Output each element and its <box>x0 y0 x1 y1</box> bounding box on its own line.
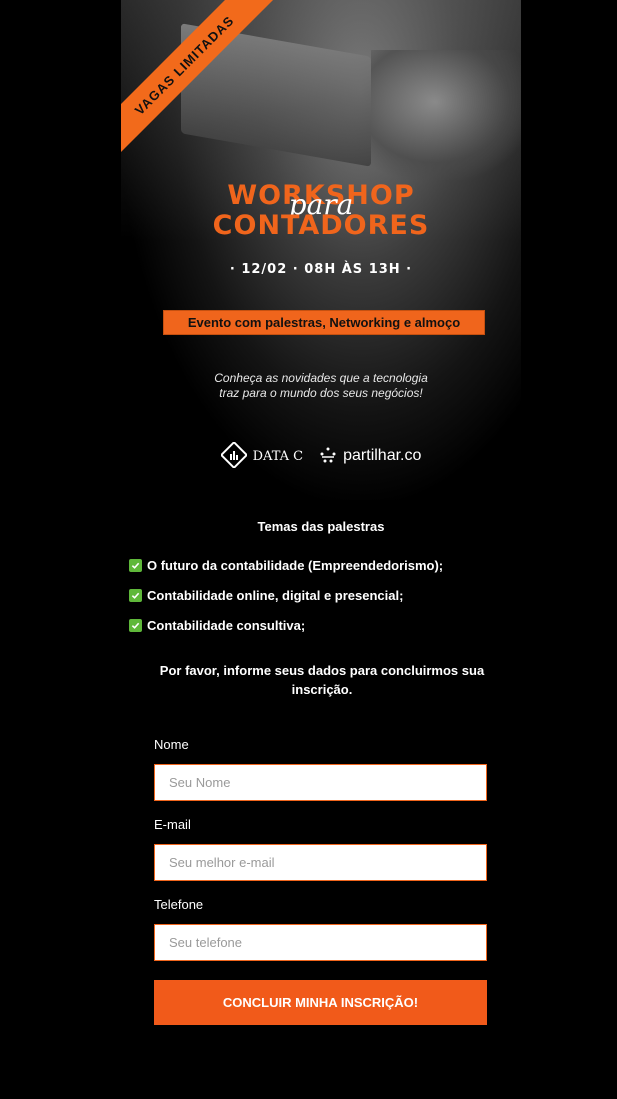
phone-input[interactable] <box>154 924 487 961</box>
check-icon <box>129 558 142 572</box>
datac-logo-icon <box>219 440 248 471</box>
list-item: Contabilidade online, digital e presenci… <box>129 580 529 610</box>
check-icon <box>129 588 142 602</box>
workshop-title-line2: CONTADORES <box>212 210 430 241</box>
topic-list: O futuro da contabilidade (Empreendedori… <box>121 550 529 640</box>
email-label: E-mail <box>154 817 191 832</box>
hand-image <box>371 50 521 180</box>
topic-text: O futuro da contabilidade (Empreendedori… <box>147 557 444 573</box>
submit-button[interactable]: CONCLUIR MINHA INSCRIÇÃO! <box>154 980 487 1025</box>
form-intro: Por favor, informe seus dados para concl… <box>159 663 485 697</box>
tagline-line2: traz para o mundo dos seus negócios! <box>219 386 423 400</box>
name-input[interactable] <box>154 764 487 801</box>
topics-title: Temas das palestras <box>257 519 385 534</box>
datac-logo: DATA C <box>219 440 304 471</box>
topic-text: Contabilidade online, digital e presenci… <box>147 587 404 603</box>
partner-logos: DATA C partilhar.co <box>121 440 521 471</box>
tagline-line1: Conheça as novidades que a tecnologia <box>214 371 428 385</box>
datac-logo-text: DATA C <box>252 448 304 464</box>
tagline: Conheça as novidades que a tecnologia tr… <box>121 371 521 401</box>
phone-label: Telefone <box>154 897 204 912</box>
name-label: Nome <box>154 737 189 752</box>
check-icon <box>129 618 142 632</box>
list-item: Contabilidade consultiva; <box>129 610 529 640</box>
partilhar-logo-text: partilhar.co <box>343 447 422 464</box>
partilhar-logo-icon <box>319 446 337 467</box>
topic-text: Contabilidade consultiva; <box>147 617 306 633</box>
event-date: · 12/02 · 08H ÀS 13H · <box>229 262 413 277</box>
email-input[interactable] <box>154 844 487 881</box>
list-item: O futuro da contabilidade (Empreendedori… <box>129 550 529 580</box>
partilhar-logo: partilhar.co <box>319 446 421 467</box>
event-tag: Evento com palestras, Networking e almoç… <box>163 310 485 335</box>
workshop-banner: VAGAS LIMITADAS WORKSHOP para CONTADORES… <box>121 0 521 500</box>
